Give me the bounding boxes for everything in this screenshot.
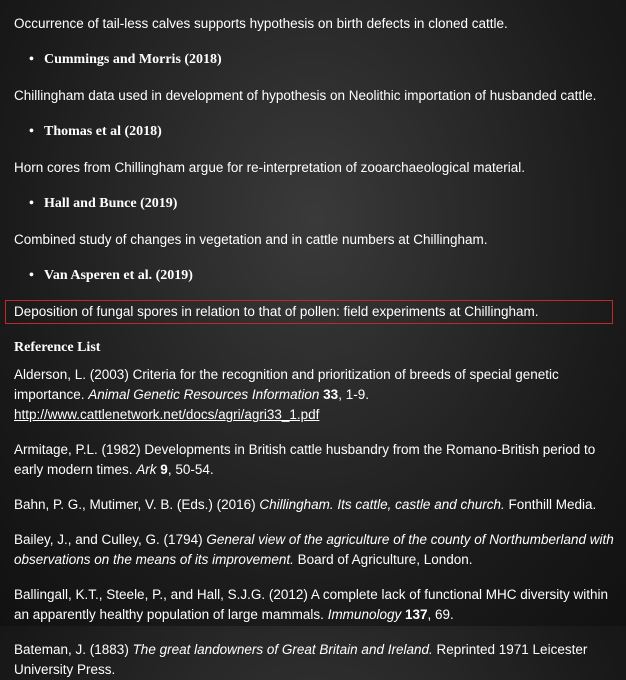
author-item: Thomas et al (2018): [14, 122, 618, 142]
reference-list-heading: Reference List: [14, 340, 101, 355]
reference-item: Armitage, P.L. (1982) Developments in Br…: [14, 440, 618, 480]
author-item: Van Asperen et al. (2019): [14, 266, 618, 286]
reference-item: Ballingall, K.T., Steele, P., and Hall, …: [14, 585, 618, 625]
entry-description: Deposition of fungal spores in relation …: [14, 304, 539, 319]
reference-journal: Ark: [136, 462, 157, 477]
entry-description: Combined study of changes in vegetation …: [14, 232, 488, 247]
reference-text: , 50-54.: [167, 462, 214, 477]
reference-volume: 9: [156, 462, 168, 477]
reference-item: Alderson, L. (2003) Criteria for the rec…: [14, 365, 618, 425]
author-list: Hall and Bunce (2019): [14, 194, 618, 214]
reference-text: Bahn, P. G., Mutimer, V. B. (Eds.) (2016…: [14, 497, 260, 512]
reference-text: , 69.: [427, 607, 454, 622]
reference-volume: 33: [319, 387, 339, 402]
reference-journal: Immunology: [327, 607, 402, 622]
reference-title: Chillingham. Its cattle, castle and chur…: [259, 497, 505, 512]
highlighted-entry[interactable]: Deposition of fungal spores in relation …: [5, 300, 613, 324]
entry-description: Horn cores from Chillingham argue for re…: [14, 160, 525, 175]
reference-text: Ballingall, K.T., Steele, P., and Hall, …: [14, 587, 609, 622]
reference-text: Bailey, J., and Culley, G. (1794): [14, 532, 207, 547]
author-item: Cummings and Morris (2018): [14, 50, 618, 70]
reference-text: Fonthill Media.: [504, 497, 597, 512]
reference-item: Bahn, P. G., Mutimer, V. B. (Eds.) (2016…: [14, 495, 618, 515]
reference-text: Board of Agriculture, London.: [293, 552, 473, 567]
author-item: Hall and Bunce (2019): [14, 194, 618, 214]
author-list: Cummings and Morris (2018): [14, 50, 618, 70]
reference-item: Bailey, J., and Culley, G. (1794) Genera…: [14, 530, 618, 570]
entry-description: Chillingham data used in development of …: [14, 88, 597, 103]
reference-link[interactable]: http://www.cattlenetwork.net/docs/agri/a…: [14, 407, 319, 422]
entry-description: Occurrence of tail-less calves supports …: [14, 16, 508, 31]
reference-item: Bateman, J. (1883) The great landowners …: [14, 640, 618, 680]
author-list: Van Asperen et al. (2019): [14, 266, 618, 286]
article-body: Occurrence of tail-less calves supports …: [5, 14, 618, 680]
reference-title: The great landowners of Great Britain an…: [132, 642, 433, 657]
reference-text: Armitage, P.L. (1982) Developments in Br…: [14, 442, 596, 477]
reference-text: , 1-9.: [338, 387, 369, 402]
reference-volume: 137: [401, 607, 428, 622]
reference-text: Bateman, J. (1883): [14, 642, 133, 657]
author-list: Thomas et al (2018): [14, 122, 618, 142]
reference-journal: Animal Genetic Resources Information: [88, 387, 320, 402]
